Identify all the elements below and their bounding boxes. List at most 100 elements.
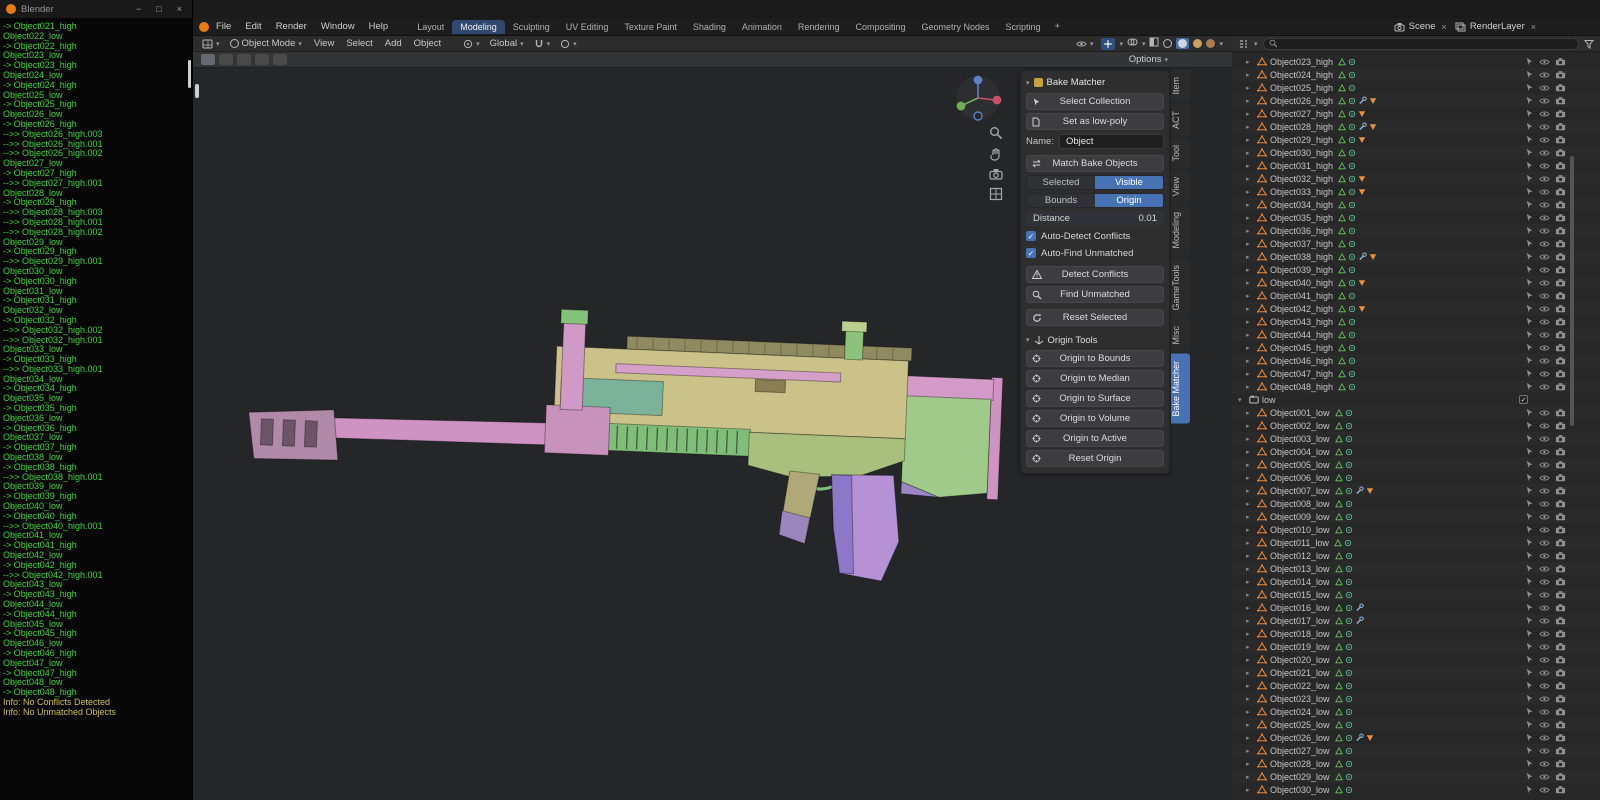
outliner-row[interactable]: ▸ Object029_high: [1232, 133, 1600, 146]
selectable-icon[interactable]: [1525, 434, 1534, 443]
workspace-tab-geometry-nodes[interactable]: Geometry Nodes: [913, 20, 997, 34]
selectable-icon[interactable]: [1525, 564, 1534, 573]
expand-arrow-icon[interactable]: ▸: [1246, 526, 1254, 534]
hide-viewport-eye-icon[interactable]: [1539, 214, 1550, 222]
disable-render-camera-icon[interactable]: [1555, 629, 1566, 638]
outliner-row[interactable]: ▸ Object015_low: [1232, 588, 1600, 601]
outliner-row[interactable]: ▸ Object011_low: [1232, 536, 1600, 549]
expand-arrow-icon[interactable]: ▸: [1246, 708, 1254, 716]
cursor-tool-icon[interactable]: [273, 54, 287, 65]
outliner-row[interactable]: ▸ Object024_low: [1232, 705, 1600, 718]
expand-arrow-icon[interactable]: ▸: [1246, 149, 1254, 157]
selectable-icon[interactable]: [1525, 213, 1534, 222]
origin-to-median-button[interactable]: Origin to Median: [1026, 370, 1164, 387]
selectable-icon[interactable]: [1525, 668, 1534, 677]
expand-arrow-icon[interactable]: ▸: [1246, 266, 1254, 274]
expand-arrow-icon[interactable]: ▸: [1246, 188, 1254, 196]
expand-arrow-icon[interactable]: ▸: [1246, 630, 1254, 638]
hide-viewport-eye-icon[interactable]: [1539, 58, 1550, 66]
expand-arrow-icon[interactable]: ▸: [1246, 370, 1254, 378]
hide-viewport-eye-icon[interactable]: [1539, 97, 1550, 105]
hide-viewport-eye-icon[interactable]: [1539, 279, 1550, 287]
outliner-row[interactable]: ▸ Object038_high: [1232, 250, 1600, 263]
selectable-icon[interactable]: [1525, 291, 1534, 300]
disable-render-camera-icon[interactable]: [1555, 57, 1566, 66]
hide-viewport-eye-icon[interactable]: [1539, 474, 1550, 482]
select-lasso-tool-icon[interactable]: [255, 54, 269, 65]
outliner-row[interactable]: ▸ Object028_high: [1232, 120, 1600, 133]
origin-to-volume-button[interactable]: Origin to Volume: [1026, 410, 1164, 427]
outliner-row[interactable]: ▸ Object041_high: [1232, 289, 1600, 302]
hide-viewport-eye-icon[interactable]: [1539, 734, 1550, 742]
search-input[interactable]: [1280, 38, 1573, 49]
outliner-row[interactable]: ▸ Object017_low: [1232, 614, 1600, 627]
expand-arrow-icon[interactable]: ▸: [1246, 474, 1254, 482]
hide-viewport-eye-icon[interactable]: [1539, 565, 1550, 573]
find-unmatched-button[interactable]: Find Unmatched: [1026, 286, 1164, 303]
expand-arrow-icon[interactable]: ▸: [1246, 71, 1254, 79]
disable-render-camera-icon[interactable]: [1555, 265, 1566, 274]
overlays-toggle[interactable]: [1127, 37, 1138, 50]
disable-render-camera-icon[interactable]: [1555, 616, 1566, 625]
outliner-row[interactable]: ▸ Object036_high: [1232, 224, 1600, 237]
scene-selector[interactable]: Scene ×: [1394, 21, 1449, 32]
selectable-icon[interactable]: [1525, 83, 1534, 92]
outliner-row[interactable]: ▸ Object037_high: [1232, 237, 1600, 250]
expand-arrow-icon[interactable]: ▸: [1246, 292, 1254, 300]
selectable-icon[interactable]: [1525, 278, 1534, 287]
outliner-row[interactable]: ▸ Object012_low: [1232, 549, 1600, 562]
maximize-icon[interactable]: □: [156, 4, 161, 14]
distance-field[interactable]: Distance 0.01: [1026, 211, 1164, 226]
selectable-icon[interactable]: [1525, 577, 1534, 586]
disable-render-camera-icon[interactable]: [1555, 681, 1566, 690]
hide-viewport-eye-icon[interactable]: [1539, 110, 1550, 118]
disable-render-camera-icon[interactable]: [1555, 330, 1566, 339]
match-selected-option[interactable]: Selected: [1027, 176, 1095, 189]
disable-render-camera-icon[interactable]: [1555, 96, 1566, 105]
outliner-row[interactable]: ▸ Object018_low: [1232, 627, 1600, 640]
navigation-gizmo[interactable]: [952, 72, 1004, 124]
zoom-icon[interactable]: [989, 126, 1003, 140]
sidebar-tab-act[interactable]: ACT: [1171, 103, 1190, 136]
selectable-icon[interactable]: [1525, 590, 1534, 599]
viewport-menu-add[interactable]: Add: [379, 38, 408, 49]
hide-viewport-eye-icon[interactable]: [1539, 578, 1550, 586]
selectable-icon[interactable]: [1525, 486, 1534, 495]
sidebar-tab-gametools[interactable]: GameTools: [1171, 257, 1190, 318]
selectable-icon[interactable]: [1525, 57, 1534, 66]
selectable-icon[interactable]: [1525, 460, 1534, 469]
hide-viewport-eye-icon[interactable]: [1539, 201, 1550, 209]
outliner-row[interactable]: ▸ Object027_high: [1232, 107, 1600, 120]
expand-arrow-icon[interactable]: ▸: [1246, 539, 1254, 547]
expand-arrow-icon[interactable]: ▸: [1246, 604, 1254, 612]
selectable-icon[interactable]: [1525, 304, 1534, 313]
selectable-icon[interactable]: [1525, 694, 1534, 703]
outliner-row[interactable]: ▸ Object001_low: [1232, 406, 1600, 419]
selectable-icon[interactable]: [1525, 135, 1534, 144]
disable-render-camera-icon[interactable]: [1555, 551, 1566, 560]
outliner-row[interactable]: ▸ Object048_high: [1232, 380, 1600, 393]
selectable-icon[interactable]: [1525, 629, 1534, 638]
expand-arrow-icon[interactable]: ▸: [1246, 617, 1254, 625]
outliner-row[interactable]: ▸ Object034_high: [1232, 198, 1600, 211]
auto-detect-conflicts-checkbox[interactable]: ✓ Auto-Detect Conflicts: [1026, 229, 1164, 243]
hide-viewport-eye-icon[interactable]: [1539, 71, 1550, 79]
selectable-icon[interactable]: [1525, 707, 1534, 716]
origin-option[interactable]: Origin: [1095, 194, 1163, 207]
disable-render-camera-icon[interactable]: [1555, 148, 1566, 157]
workspace-tab-scripting[interactable]: Scripting: [998, 20, 1049, 34]
workspace-tab-sculpting[interactable]: Sculpting: [505, 20, 558, 34]
selectable-icon[interactable]: [1525, 525, 1534, 534]
unlink-scene-icon[interactable]: ×: [1440, 22, 1449, 32]
expand-arrow-icon[interactable]: ▸: [1246, 435, 1254, 443]
snap-toggle[interactable]: ▾: [530, 39, 555, 49]
disable-render-camera-icon[interactable]: [1555, 486, 1566, 495]
selectable-icon[interactable]: [1525, 252, 1534, 261]
select-collection-button[interactable]: Select Collection: [1026, 93, 1164, 110]
disable-render-camera-icon[interactable]: [1555, 239, 1566, 248]
hide-viewport-eye-icon[interactable]: [1539, 643, 1550, 651]
expand-arrow-icon[interactable]: ▸: [1246, 305, 1254, 313]
disable-render-camera-icon[interactable]: [1555, 434, 1566, 443]
hide-viewport-eye-icon[interactable]: [1539, 292, 1550, 300]
outliner-row[interactable]: ▸ Object039_high: [1232, 263, 1600, 276]
